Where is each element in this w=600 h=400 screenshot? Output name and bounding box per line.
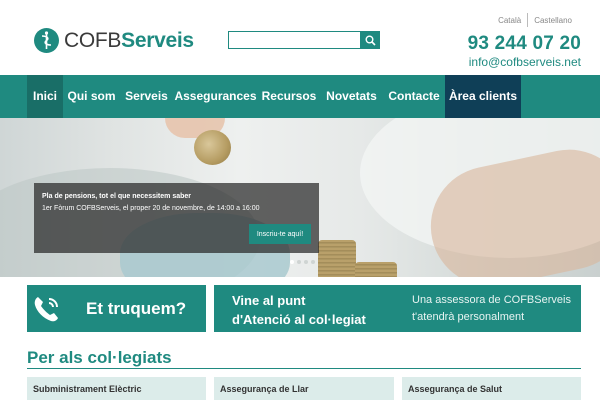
nav-qui-som[interactable]: Qui som [63, 75, 120, 118]
nav-recursos[interactable]: Recursos [258, 75, 320, 118]
register-button[interactable]: Inscriu-te aquí! [249, 224, 311, 244]
search-button[interactable] [361, 31, 380, 49]
hero-caption: Pla de pensions, tot el que necessitem s… [34, 183, 319, 253]
nav-serveis[interactable]: Serveis [120, 75, 173, 118]
nav-assegurances[interactable]: Assegurances [173, 75, 258, 118]
visit-title-line1: Vine al punt [232, 293, 306, 308]
hero-subtitle: 1er Fòrum COFBServeis, el proper 20 de n… [42, 205, 260, 212]
visit-banner[interactable]: Vine al punt d'Atenció al col·legiat Una… [214, 285, 581, 332]
phone-number[interactable]: 93 244 07 20 [468, 33, 581, 55]
logo-text-cofb: COFB [64, 28, 122, 52]
card-subministrament[interactable]: Subministrament Elèctric [27, 377, 206, 400]
card-label: Assegurança de Salut [408, 384, 503, 394]
card-label: Subministrament Elèctric [33, 384, 142, 394]
visit-desc-line2: t'atendrà personalment [412, 311, 525, 323]
nav-inici[interactable]: Inici [27, 75, 63, 118]
main-nav: Inici Qui som Serveis Assegurances Recur… [0, 75, 600, 118]
nav-contacte[interactable]: Contacte [383, 75, 445, 118]
coin-image [194, 130, 231, 165]
visit-title-line2: d'Atenció al col·legiat [232, 312, 366, 327]
slider-dot[interactable] [290, 260, 294, 264]
slider-dot[interactable] [297, 260, 301, 264]
search-icon [365, 35, 376, 46]
logo-text: COFBServeis [64, 29, 194, 53]
visit-desc-line1: Una assessora de COFBServeis [412, 294, 571, 306]
nav-area-clients[interactable]: Àrea clients [445, 75, 521, 118]
coin-stack-image [355, 262, 397, 277]
lang-castellano[interactable]: Castellano [528, 16, 578, 25]
slider-dot[interactable] [304, 260, 308, 264]
call-me-label: Et truquem? [86, 299, 187, 318]
logo-text-serveis: Serveis [121, 28, 194, 52]
hero-title: Pla de pensions, tot el que necessitem s… [42, 193, 191, 200]
search-input[interactable] [228, 31, 361, 49]
card-llar[interactable]: Assegurança de Llar [214, 377, 394, 400]
section-title: Per als col·legiats [27, 348, 172, 367]
section-divider [27, 368, 581, 369]
visit-description: Una assessora de COFBServeis t'atendrà p… [412, 292, 571, 326]
coin-stack-image [318, 240, 356, 277]
nav-novetats[interactable]: Novetats [320, 75, 383, 118]
logo[interactable]: COFBServeis [34, 27, 194, 54]
slider-dot[interactable] [311, 260, 315, 264]
search-bar [228, 31, 380, 49]
card-salut[interactable]: Assegurança de Salut [402, 377, 581, 400]
language-switcher: Català Castellano [492, 13, 578, 27]
card-label: Assegurança de Llar [220, 384, 309, 394]
email-link[interactable]: info@cofbserveis.net [469, 55, 581, 69]
phone-icon [34, 297, 58, 322]
call-me-banner[interactable]: Et truquem? [27, 285, 206, 332]
caduceus-icon [34, 28, 59, 53]
slider-dots [290, 260, 315, 264]
site-header: COFBServeis Català Castellano 93 244 07 … [0, 0, 600, 75]
visit-title: Vine al punt d'Atenció al col·legiat [232, 291, 366, 329]
hero-slider[interactable]: Pla de pensions, tot el que necessitem s… [0, 118, 600, 277]
lang-catala[interactable]: Català [492, 16, 527, 25]
